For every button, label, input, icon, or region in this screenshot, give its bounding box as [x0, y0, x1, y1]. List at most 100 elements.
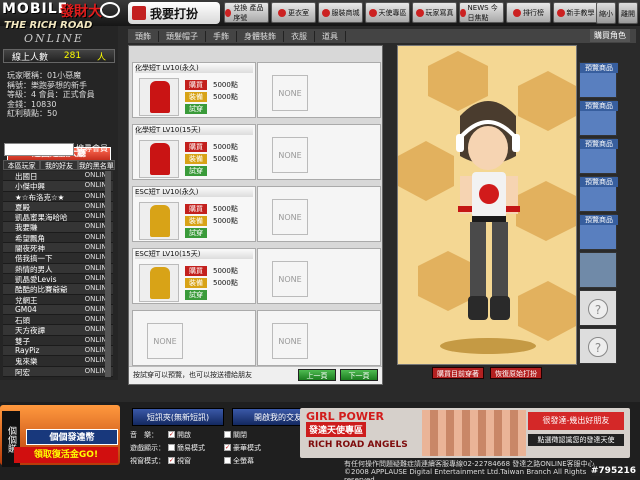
nav-photos[interactable]: 玩家寫真: [412, 2, 457, 23]
nav-tutorial[interactable]: 新手教學: [553, 2, 598, 23]
shirt-icon: [150, 205, 170, 237]
tab-headwear[interactable]: 頭飾: [128, 30, 159, 42]
tab-clothes[interactable]: 衣服: [284, 30, 315, 42]
friend-row[interactable]: 鬼來樂 ONLINE: [3, 356, 113, 367]
shirt-icon: [150, 143, 170, 175]
friend-row[interactable]: 小傑中興 ONLINE: [3, 181, 113, 192]
friend-name: 夏殿: [15, 202, 30, 212]
checkbox[interactable]: [168, 444, 175, 451]
next-page-button[interactable]: 下一頁: [340, 369, 378, 381]
tab-items[interactable]: 道具: [315, 30, 346, 42]
checkbox[interactable]: ✓: [168, 457, 175, 464]
friend-name: 酷酷的比賽爺爺: [15, 285, 68, 295]
buy-button[interactable]: 購買: [185, 266, 207, 276]
friend-row[interactable]: 出國日 ONLINE: [3, 171, 113, 182]
try-button[interactable]: 試穿: [185, 290, 207, 300]
friend-row[interactable]: 凱晶蜜果海哈哈 ONLINE: [3, 212, 113, 223]
friend-row[interactable]: 借我搞一下 ONLINE: [3, 253, 113, 264]
friend-row[interactable]: 希望飄角 ONLINE: [3, 232, 113, 244]
friend-row[interactable]: 兌網王 ONLINE: [3, 294, 113, 305]
friend-row[interactable]: 酷酷的比賽爺爺 ONLINE: [3, 284, 113, 295]
thumbnail[interactable]: 預覽商品: [579, 176, 618, 212]
store-item: 化學短T LV10(15天) 購買 裝備 試穿 5000點 5000點: [132, 124, 256, 180]
friend-row[interactable]: GM04 ONLINE: [3, 304, 113, 316]
friend-row[interactable]: 天方夜譚 ONLINE: [3, 325, 113, 336]
empty-slot: NONE: [257, 186, 381, 242]
close-button[interactable]: 離開: [618, 2, 638, 24]
friend-row[interactable]: RayPiz ONLINE: [3, 346, 113, 357]
prev-page-button[interactable]: 上一頁: [298, 369, 336, 381]
nav-angel[interactable]: 天使專區: [365, 2, 410, 23]
friend-row[interactable]: 石頭 ONLINE: [3, 315, 113, 326]
equip-button[interactable]: 裝備: [185, 278, 207, 288]
checkbox[interactable]: [224, 457, 231, 464]
friend-row[interactable]: 熱情的男人 ONLINE: [3, 263, 113, 274]
thumbnail[interactable]: 預覽商品: [579, 138, 618, 174]
nav-wardrobe[interactable]: 更衣室: [271, 2, 316, 23]
thumbnail-empty[interactable]: ?: [579, 328, 617, 364]
equip-button[interactable]: 裝備: [185, 154, 207, 164]
angel-banner[interactable]: GIRL POWER 發達天使專區 RICH ROAD ANGELS 很發達-幾…: [300, 408, 630, 458]
buy-character-button[interactable]: 購買角色: [590, 29, 630, 42]
tab-hair-hat[interactable]: 頭髮帽子: [159, 30, 206, 42]
friend-name: RayPiz: [15, 346, 40, 356]
checkbox[interactable]: ✓: [224, 444, 231, 451]
try-button[interactable]: 試穿: [185, 228, 207, 238]
equip-button[interactable]: 裝備: [185, 92, 207, 102]
footer: 個個賺 個個發達幣 領取復活金GO! 短訊夾(無新短訊) 開啟我的交友 音 樂：…: [0, 402, 640, 480]
copyright: 有任何操作問題疑難症請連續客服專線02-22784668 發達之路ONLINE客…: [344, 460, 595, 480]
friend-name: 石頭: [15, 316, 30, 326]
friend-list-scrollbar[interactable]: [105, 171, 111, 377]
checkbox[interactable]: [224, 431, 231, 438]
store-hint: 按試穿可以預覽，也可以按送禮給朋友: [133, 371, 252, 379]
buy-button[interactable]: 購買: [185, 142, 207, 152]
tab-area-players[interactable]: 本區玩家: [3, 160, 41, 170]
friend-name: 凱晶愛Levis: [15, 274, 57, 284]
thumbnail[interactable]: 預覽商品: [579, 100, 618, 136]
preview-actions: 購買目前穿著 恢復原始打扮: [404, 367, 570, 379]
nav-shop[interactable]: 服裝商城: [318, 2, 363, 23]
tab-blacklist[interactable]: 我的黑名單: [77, 160, 115, 170]
friend-row[interactable]: 闇夜死神 ONLINE: [3, 243, 113, 254]
shirt-icon: [150, 267, 170, 299]
promo-panel[interactable]: 個個賺 個個發達幣 領取復活金GO!: [0, 405, 120, 467]
question-icon: ?: [588, 337, 608, 357]
hanger-icon: [278, 8, 286, 17]
nav-news[interactable]: NEWS 今日焦點: [459, 2, 504, 23]
try-button[interactable]: 試穿: [185, 104, 207, 114]
nav-ranking[interactable]: 排行榜: [506, 2, 551, 23]
minimize-button[interactable]: 縮小: [596, 2, 616, 24]
thumbnail-avatar[interactable]: [579, 252, 617, 288]
tab-body[interactable]: 身體裝飾: [237, 30, 284, 42]
buy-outfit-button[interactable]: 購買目前穿著: [432, 367, 484, 379]
buy-button[interactable]: 購買: [185, 80, 207, 90]
friend-row[interactable]: 雙子 ONLINE: [3, 335, 113, 347]
store-item: ESC短T LV10(永久) 購買 裝備 試穿 5000點 5000點: [132, 186, 256, 242]
message-box-button[interactable]: 短訊夾(無新短訊): [132, 408, 224, 426]
search-input[interactable]: [4, 143, 74, 156]
buy-button[interactable]: 購買: [185, 204, 207, 214]
search-button[interactable]: 搜尋會員: [76, 143, 108, 159]
friend-name: 出國日: [15, 172, 38, 181]
preview-thumbnails: 預覽商品 預覽商品 預覽商品 預覽商品 預覽商品 ? ?: [579, 62, 619, 382]
tab-my-friends[interactable]: 我的好友: [40, 160, 78, 170]
restore-outfit-button[interactable]: 恢復原始打扮: [490, 367, 542, 379]
logo-ring-icon: [100, 2, 120, 18]
equip-button[interactable]: 裝備: [185, 216, 207, 226]
account-id: #795216: [590, 466, 636, 476]
friend-name: 小傑中興: [15, 182, 45, 192]
category-tabs: 頭飾 頭髮帽子 手飾 身體裝飾 衣服 道具 購買角色: [128, 29, 636, 43]
friend-row[interactable]: 阿宏 ONLINE: [3, 366, 113, 377]
checkbox[interactable]: ✓: [168, 431, 175, 438]
friend-row[interactable]: ★☆布洛克☆★ ONLINE: [3, 191, 113, 202]
thumbnail-empty[interactable]: ?: [579, 290, 617, 326]
join-banner-button[interactable]: 很發達-幾出好朋友: [528, 412, 624, 430]
thumbnail[interactable]: 預覽商品: [579, 62, 618, 98]
nav-serial[interactable]: 兌換 產品序號: [224, 2, 269, 23]
try-button[interactable]: 試穿: [185, 166, 207, 176]
friend-row[interactable]: 我要賺 ONLINE: [3, 222, 113, 233]
tab-hand[interactable]: 手飾: [206, 30, 237, 42]
friend-row[interactable]: 夏殿 ONLINE: [3, 201, 113, 213]
friend-row[interactable]: 凱晶愛Levis ONLINE: [3, 273, 113, 285]
thumbnail[interactable]: 預覽商品: [579, 214, 618, 250]
